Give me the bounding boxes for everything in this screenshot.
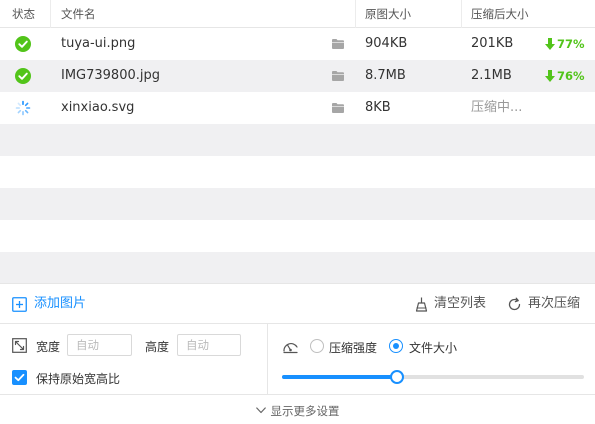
clear-list-button[interactable]: 清空列表 [434, 284, 486, 324]
refresh-icon[interactable] [507, 297, 522, 312]
empty-row [0, 124, 595, 156]
resize-icon [12, 338, 27, 353]
mode-filesize-radio[interactable] [389, 339, 403, 353]
file-table-header: 状态 文件名 原图大小 压缩后大小 [0, 0, 595, 28]
width-input[interactable]: 自动 [67, 334, 132, 356]
mode-quality-label: 压缩强度 [329, 341, 378, 355]
folder-icon[interactable] [332, 103, 344, 113]
header-filename: 文件名 [61, 7, 96, 21]
compression-ratio: 77% [557, 37, 585, 51]
compressing-status: 压缩中... [471, 100, 523, 115]
folder-icon[interactable] [332, 71, 344, 81]
arrow-down-icon [545, 70, 555, 82]
chevron-down-icon [255, 407, 266, 414]
empty-row [0, 188, 595, 220]
folder-icon[interactable] [332, 39, 344, 49]
add-square-icon[interactable] [12, 297, 27, 312]
empty-row [0, 156, 595, 188]
broom-icon[interactable] [415, 297, 428, 312]
original-size: 8KB [365, 100, 391, 115]
mode-filesize-label: 文件大小 [409, 341, 458, 355]
file-name: IMG739800.jpg [61, 68, 160, 83]
gauge-icon [283, 343, 298, 354]
header-compressed-size: 压缩后大小 [471, 7, 529, 21]
action-toolbar: 添加图片 清空列表 再次压缩 [0, 283, 595, 324]
header-divider [461, 0, 462, 28]
file-name: tuya-ui.png [61, 36, 136, 51]
empty-row [0, 252, 595, 283]
add-image-button[interactable]: 添加图片 [34, 284, 86, 324]
footer: 显示更多设置 [0, 394, 595, 424]
height-input[interactable]: 自动 [177, 334, 241, 356]
table-row[interactable]: IMG739800.jpg 8.7MB 2.1MB 76% [0, 60, 595, 92]
arrow-down-icon [545, 38, 555, 50]
file-name: xinxiao.svg [61, 100, 135, 115]
width-label: 宽度 [36, 340, 61, 354]
table-row[interactable]: xinxiao.svg 8KB 压缩中... [0, 92, 595, 124]
height-label: 高度 [145, 340, 170, 354]
header-status: 状态 [12, 7, 35, 21]
show-more-settings-label: 显示更多设置 [270, 404, 340, 418]
compression-ratio: 76% [557, 69, 585, 83]
header-divider [50, 0, 51, 28]
dimension-settings: 宽度 自动 高度 自动 保持原始宽高比 [0, 324, 268, 394]
keep-ratio-checkbox[interactable] [12, 370, 27, 385]
checkmark-icon [14, 373, 25, 382]
mode-quality-radio[interactable] [310, 339, 324, 353]
show-more-settings-button[interactable]: 显示更多设置 [0, 395, 595, 424]
keep-ratio-label: 保持原始宽高比 [36, 372, 121, 386]
recompress-button[interactable]: 再次压缩 [528, 284, 580, 324]
empty-row [0, 220, 595, 252]
original-size: 904KB [365, 36, 408, 51]
compression-slider[interactable] [282, 370, 584, 384]
slider-fill [282, 375, 397, 379]
check-circle-icon [15, 36, 31, 52]
compressed-size: 201KB [471, 36, 514, 51]
header-divider [355, 0, 356, 28]
table-row[interactable]: tuya-ui.png 904KB 201KB 77% [0, 28, 595, 60]
header-original-size: 原图大小 [365, 7, 411, 21]
compression-settings: 压缩强度 文件大小 [268, 324, 595, 394]
original-size: 8.7MB [365, 68, 406, 83]
slider-thumb[interactable] [389, 370, 404, 384]
spinner-icon [15, 100, 31, 116]
check-circle-icon [15, 68, 31, 84]
compressed-size: 2.1MB [471, 68, 512, 83]
